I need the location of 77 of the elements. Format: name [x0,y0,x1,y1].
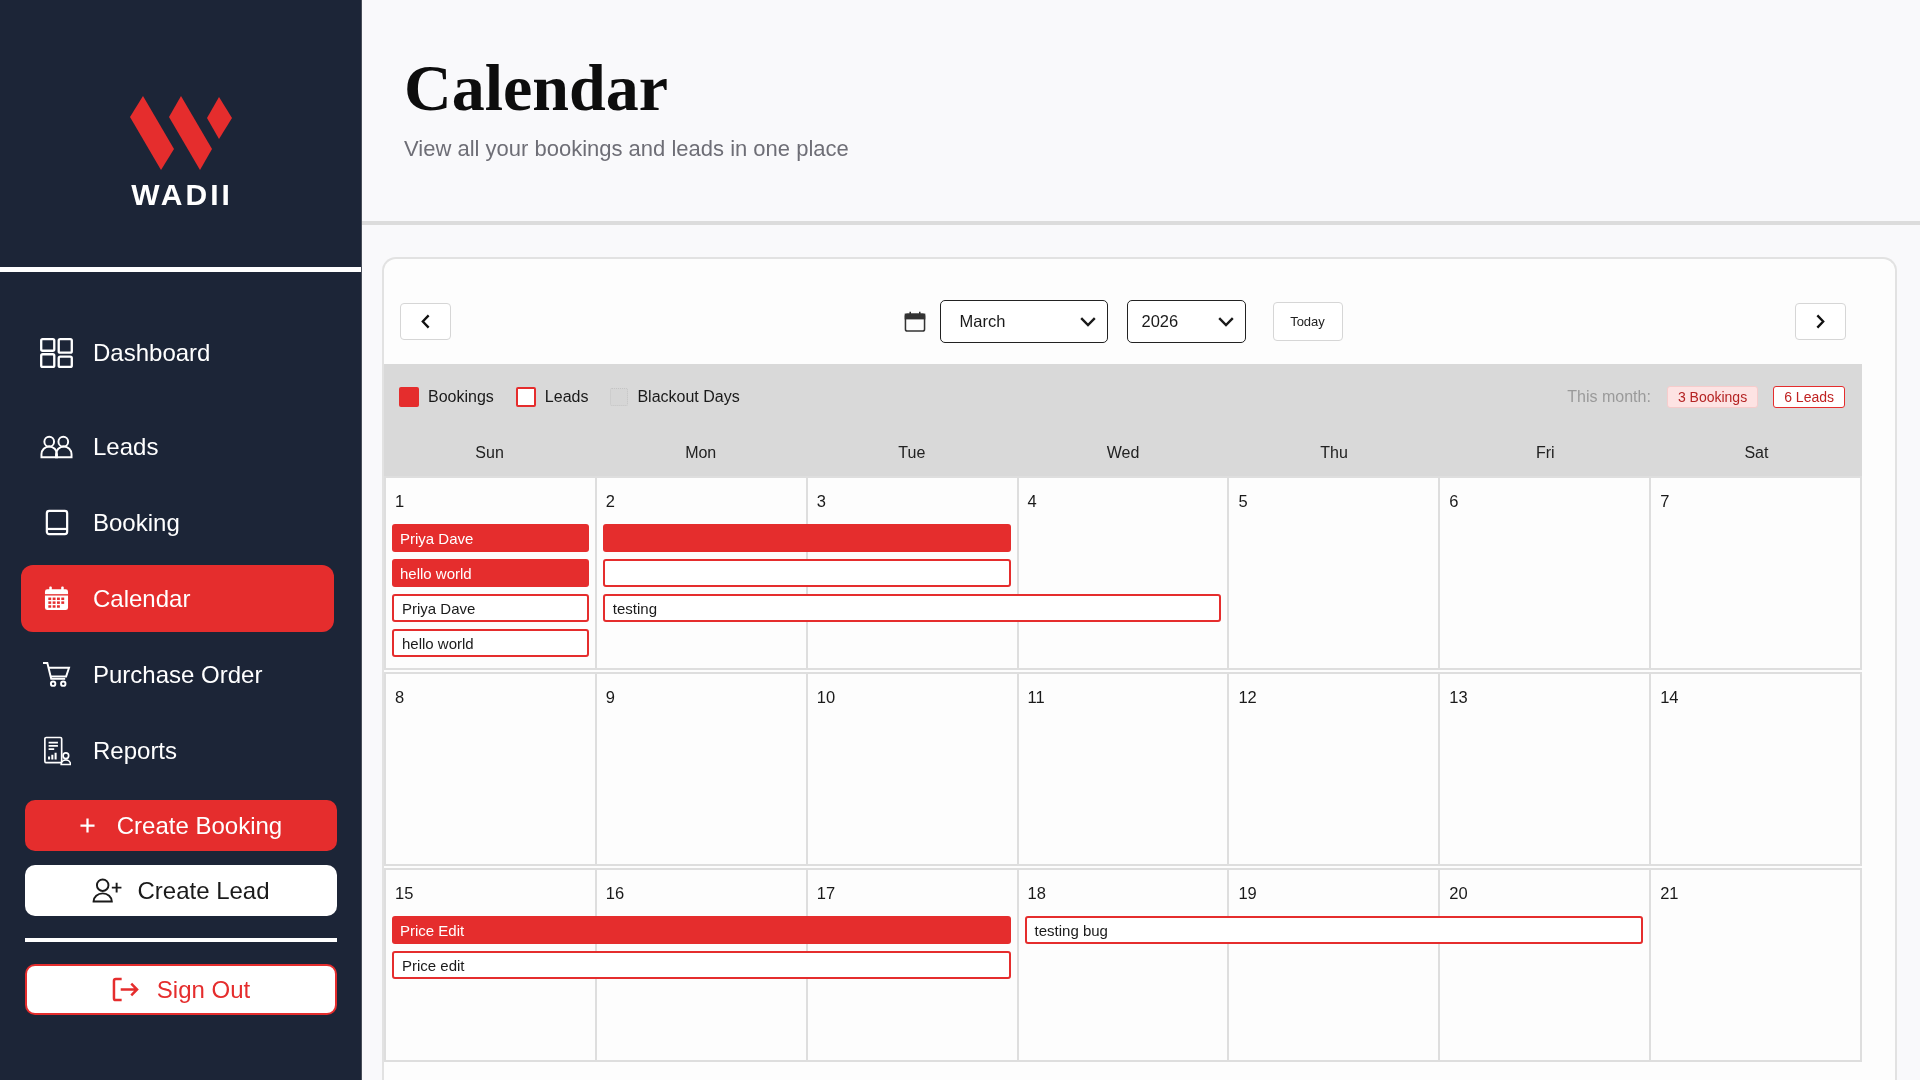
dashboard-icon [40,337,73,368]
booking-bar[interactable]: Priya Dave [392,524,589,552]
create-lead-button[interactable]: Create Lead [25,865,337,916]
nav-item[interactable]: Reports [21,717,334,784]
nav-item[interactable]: Dashboard [21,319,334,386]
lead-bar[interactable]: Price edit [392,951,1011,979]
year-select[interactable]: 2026 [1126,300,1246,343]
sign-out-icon [111,977,139,1002]
day-number: 20 [1449,883,1468,904]
weekday-label: Mon [684,443,718,462]
people-icon [40,434,73,459]
legend-label: Leads [544,387,589,406]
lead-bar[interactable]: testing bug [1024,916,1644,944]
day-number: 12 [1238,687,1257,708]
logo-icon [129,96,232,170]
sign-out-button[interactable]: Sign Out [25,964,337,1015]
day-number: 18 [1027,883,1046,904]
booking-bar[interactable]: hello world [392,559,589,587]
brand-name: WADII [130,180,233,210]
day-number: 21 [1660,883,1679,904]
weekday-label: Wed [1105,443,1141,462]
chevron-left-icon [421,314,430,329]
day-number: 13 [1449,687,1468,708]
day-number: 9 [605,687,616,708]
chevron-right-icon [1816,314,1825,329]
legend-label: Blackout Days [637,387,740,406]
weekday-label: Sat [1743,443,1770,462]
lead-swatch-icon [515,386,536,407]
lead-bar[interactable] [602,559,1011,587]
day-number: 11 [1027,687,1045,708]
person-plus-icon [92,878,124,903]
calendar-icon [903,311,926,332]
day-number: 1 [395,491,405,512]
day-number: 4 [1027,491,1037,512]
day-number: 15 [395,883,414,904]
next-month-button[interactable] [1795,303,1846,340]
month-select[interactable]: March [939,300,1108,343]
booking-bar[interactable]: Price Edit [392,916,1011,944]
weekday-label: Sun [474,443,505,462]
day-number: 19 [1238,883,1257,904]
create-booking-button[interactable]: Create Booking [25,800,337,851]
page-title: Calendar [404,54,669,122]
report-icon [42,735,71,766]
day-number: 7 [1660,491,1670,512]
lead-count-badge: 6 Leads [1773,385,1845,408]
day-number: 2 [605,491,616,512]
today-button[interactable]: Today [1272,302,1343,341]
weekday-label: Fri [1534,443,1556,462]
chevron-down-icon [1217,316,1234,327]
chevron-down-icon [1079,316,1096,327]
plus-icon [79,818,95,833]
nav-item[interactable]: Leads [21,413,334,480]
lead-bar[interactable]: hello world [392,629,589,657]
day-number: 3 [816,491,826,512]
previous-month-button[interactable] [400,303,451,340]
day-number: 8 [395,687,405,708]
book-icon [44,509,69,536]
nav-item[interactable]: Purchase Order [21,641,334,708]
day-number: 10 [816,687,836,708]
booking-swatch-icon [399,386,419,407]
weekday-label: Tue [897,443,927,462]
day-number: 6 [1449,491,1459,512]
page-subtitle: View all your bookings and leads in one place [404,136,850,162]
day-number: 14 [1660,687,1679,708]
weekday-label: Thu [1319,443,1349,462]
legend-label: Bookings [428,387,494,406]
day-number: 17 [816,883,836,904]
calendar-icon [44,586,69,611]
summary-label: This month: [1567,387,1651,406]
day-number: 16 [605,883,625,904]
nav-item[interactable]: Booking [21,489,334,556]
nav-item[interactable]: Calendar [21,565,334,632]
day-number: 5 [1238,491,1248,512]
cart-icon [42,661,71,688]
lead-bar[interactable]: Priya Dave [392,594,589,622]
booking-count-badge: 3 Bookings [1666,385,1759,408]
lead-bar[interactable]: testing [602,594,1222,622]
